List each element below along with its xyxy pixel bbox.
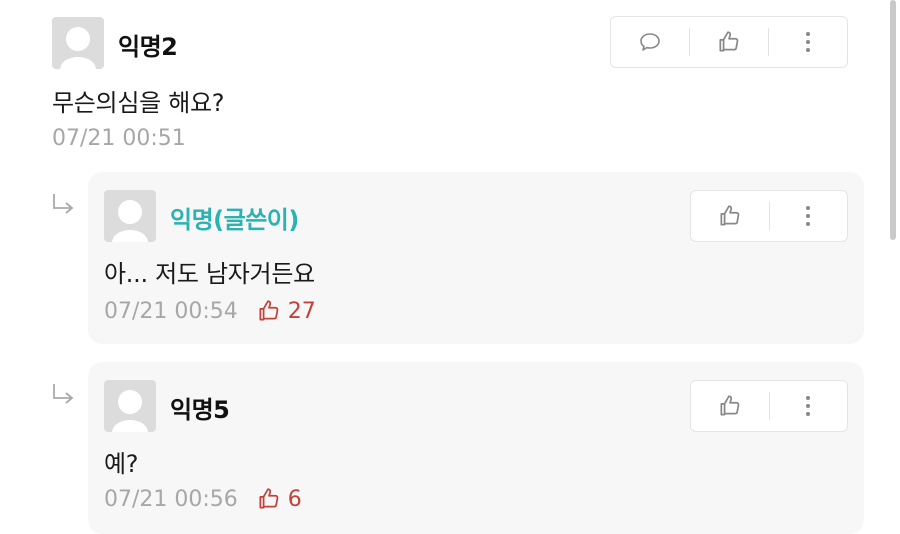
comment-timestamp: 07/21 00:51 [52,126,186,151]
more-vertical-icon [806,396,811,416]
like-button[interactable] [691,381,769,431]
reply-arrow-icon [53,384,74,404]
comment-author-name: 익명2 [118,33,178,61]
thumbs-up-icon [720,205,740,226]
timestamp-text: 07/21 00:54 [104,298,238,324]
like-count-value: 27 [287,298,316,324]
like-button[interactable] [691,191,769,241]
reply-comment: 익명(글쓴이) 아... 저도 남자거든요 07/21 00:54 27 [88,172,864,344]
thumbs-up-icon [719,31,739,52]
comment-actions [690,380,848,432]
like-count: 6 [256,486,302,512]
reply-arrow-icon [53,194,74,214]
comment-actions [690,190,848,242]
reply-comment: 익명5 예? 07/21 00:56 6 [88,362,864,534]
speech-bubble-icon [640,33,660,51]
like-count-value: 6 [287,486,302,512]
more-vertical-icon [806,206,811,226]
comment-actions [610,16,848,68]
avatar [52,17,104,69]
avatar [104,190,156,242]
reply-button[interactable] [611,17,689,67]
thumbs-up-icon [720,395,740,416]
scrollbar[interactable] [890,0,896,240]
more-vertical-icon [806,32,810,52]
like-count: 27 [256,298,316,324]
comment-meta: 07/21 00:56 6 [104,486,302,512]
timestamp-text: 07/21 00:56 [104,486,238,512]
comment-text: 예? [104,450,139,478]
comment-author-name: 익명(글쓴이) [170,206,299,234]
comment-text: 무슨의심을 해요? [52,89,225,117]
comment: 익명2 무슨의심을 해요? 07/21 00:51 [0,0,900,170]
comment-author-name: 익명5 [170,396,230,424]
comment-text: 아... 저도 남자거든요 [104,260,315,288]
timestamp-text: 07/21 00:51 [52,126,186,151]
more-button[interactable] [770,191,848,241]
like-button[interactable] [690,17,768,67]
avatar [104,380,156,432]
thumbs-up-icon [259,300,279,321]
thumbs-up-icon [259,488,279,509]
more-button[interactable] [769,17,847,67]
more-button[interactable] [770,381,848,431]
comment-meta: 07/21 00:54 27 [104,298,316,324]
